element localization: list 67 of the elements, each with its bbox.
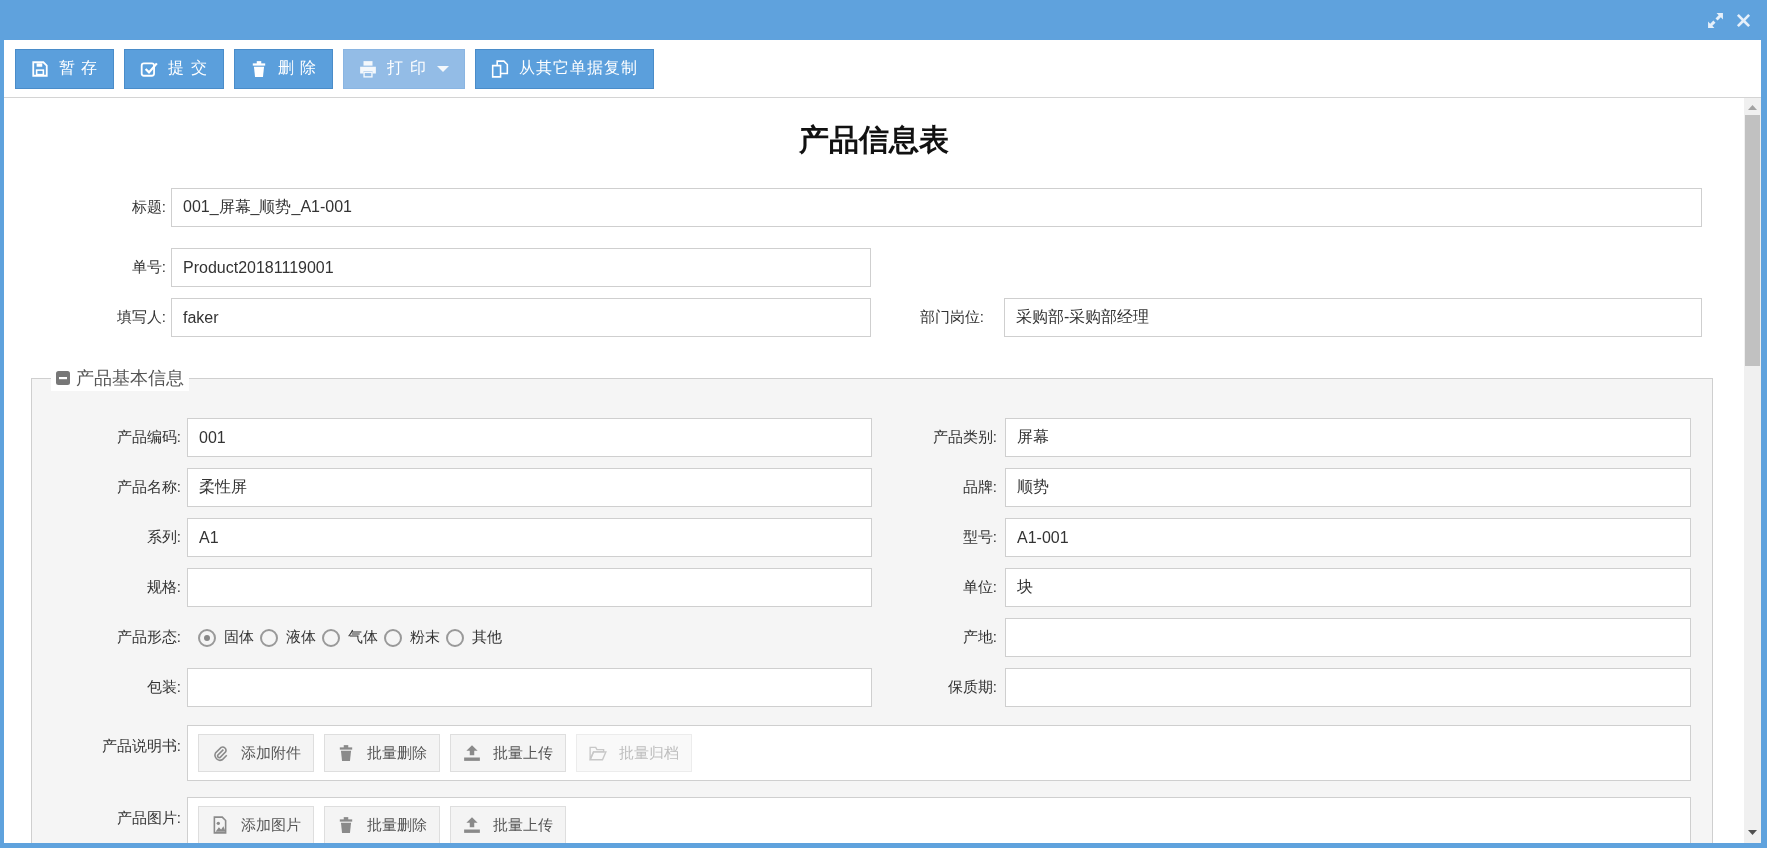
radio-label[interactable]: 固体 [224,628,254,647]
field-label: 标题: [130,198,167,217]
field-label: 产品类别: [931,428,998,447]
form-title: 产品信息表 [798,122,950,158]
attachment-button[interactable]: 添加附件 [198,734,314,772]
text-field[interactable]: A1 [187,518,872,557]
field-label: 产品编码: [115,428,182,447]
section-title: 产品基本信息 [76,367,184,390]
printer-icon [359,59,378,78]
expand-icon[interactable] [1707,11,1724,29]
field-label: 产品图片: [115,808,182,828]
radio-label[interactable]: 液体 [286,628,316,647]
radio-button[interactable] [384,628,402,647]
scroll-down-icon[interactable] [1748,830,1757,835]
image-icon [211,816,229,834]
close-icon[interactable] [1736,12,1751,28]
text-field[interactable]: 屏幕 [1005,418,1691,457]
field-label: 填写人: [115,308,167,327]
field-label: 产地: [961,628,998,647]
radio-label[interactable]: 其他 [472,628,502,647]
attachment-button[interactable]: 批量上传 [450,734,566,772]
field-label: 产品说明书: [100,736,182,756]
paperclip-icon [211,744,229,762]
field-label: 品牌: [961,478,998,497]
text-field[interactable]: 采购部-采购部经理 [1004,298,1702,337]
trash-icon [337,816,355,834]
text-field[interactable]: Product20181119001 [171,248,871,287]
text-field[interactable] [187,568,872,607]
text-field[interactable] [1005,618,1691,657]
text-field[interactable] [187,668,872,707]
folder-icon [589,744,607,762]
field-label: 部门岗位: [918,308,985,327]
trash-icon [337,744,355,762]
field-label: 产品形态: [115,628,182,647]
radio-label[interactable]: 粉末 [410,628,440,647]
checkbox-icon [140,59,159,78]
scrollbar-thumb[interactable] [1745,115,1760,366]
text-field[interactable] [1005,668,1691,707]
text-field[interactable]: 顺势 [1005,468,1691,507]
field-label: 单位: [961,578,998,597]
radio-button[interactable] [260,628,278,647]
field-label: 系列: [145,528,182,547]
upload-icon [463,816,481,834]
radio-button[interactable] [446,628,464,647]
attachment-button[interactable]: 添加图片 [198,806,314,843]
field-label: 规格: [145,578,182,597]
radio-label[interactable]: 气体 [348,628,378,647]
field-label: 保质期: [946,678,998,697]
field-label: 单号: [130,258,167,277]
field-label: 包装: [145,678,182,697]
text-field[interactable]: faker [171,298,871,337]
text-field[interactable]: 001_屏幕_顺势_A1-001 [171,188,1702,227]
radio-button[interactable] [322,628,340,647]
text-field[interactable]: 块 [1005,568,1691,607]
attachment-button[interactable]: 批量删除 [324,734,440,772]
scroll-up-icon[interactable] [1748,105,1757,110]
radio-button[interactable] [198,628,216,647]
attachment-button[interactable]: 批量删除 [324,806,440,843]
field-label: 产品名称: [115,478,182,497]
copy-icon [490,59,509,78]
text-field[interactable]: 001 [187,418,872,457]
upload-icon [463,744,481,762]
text-field[interactable]: 柔性屏 [187,468,872,507]
field-label: 型号: [961,528,998,547]
attachment-button[interactable]: 批量上传 [450,806,566,843]
minus-square-icon[interactable] [56,371,70,385]
text-field[interactable]: A1-001 [1005,518,1691,557]
